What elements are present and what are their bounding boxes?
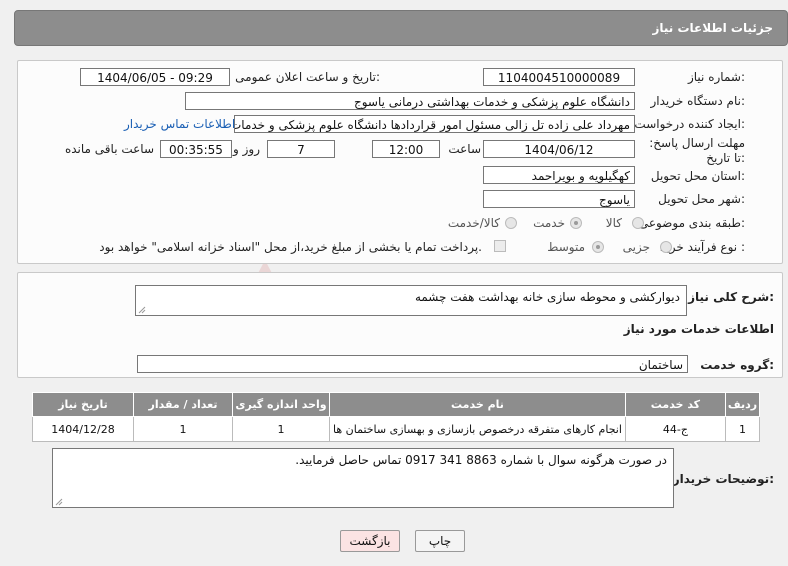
cell-need-date: 1404/12/28 [32,416,134,442]
page-title: جزئیات اطلاعات نیاز [652,21,773,35]
days-field[interactable]: 7 [267,140,335,158]
requester-label: ایجاد کننده درخواست: [634,117,745,131]
category-goods-service-label: کالا/خدمت [447,216,500,230]
back-button[interactable]: بازگشت [340,530,400,552]
cell-service-name: انجام کارهای متفرقه درخصوص بازسازی و بهس… [329,416,626,442]
province-label: استان محل تحویل: [650,169,745,183]
need-number-label: شماره نیاز: [687,70,745,84]
deadline-date-field[interactable]: 1404/06/12 [483,140,635,158]
table-row[interactable]: 1 ج-44 انجام کارهای متفرقه درخصوص بازساز… [32,416,761,442]
buyer-notes-textarea[interactable]: در صورت هرگونه سوال با شماره 8863 341 09… [52,448,674,508]
buyer-notes-text: در صورت هرگونه سوال با شماره 8863 341 09… [295,453,667,467]
resize-grip-icon[interactable] [138,306,146,314]
description-textarea[interactable]: دیوارکشی و محوطه سازی خانه بهداشت هفت چش… [135,285,687,316]
announce-date-field[interactable]: 1404/06/05 - 09:29 [80,68,230,86]
need-number-field[interactable]: 1104004510000089 [483,68,635,86]
col-quantity: تعداد / مقدار [133,392,233,417]
requester-field[interactable]: مهرداد علی زاده تل زالی مسئول امور قرارد… [234,115,635,133]
col-row: ردیف [724,392,761,417]
announce-date-label: تاریخ و ساعت اعلان عمومی: [235,70,380,84]
buyer-org-label: نام دستگاه خریدار: [650,94,746,108]
remaining-time-field[interactable]: 00:35:55 [160,140,232,158]
description-text: دیوارکشی و محوطه سازی خانه بهداشت هفت چش… [414,290,680,304]
treasury-checkbox[interactable] [494,240,506,252]
services-table: ردیف کد خدمت نام خدمت واحد اندازه گیری ت… [32,392,761,442]
services-table-wrap: ردیف کد خدمت نام خدمت واحد اندازه گیری ت… [32,392,761,442]
buyer-notes-label: توضیحات خریدار: [672,472,774,486]
purchase-minor-radio[interactable] [660,241,672,253]
service-group-field[interactable]: ساختمان [137,355,688,373]
category-goods-radio[interactable] [632,217,644,229]
col-service-name: نام خدمت [329,392,626,417]
purchase-type-label: نوع فرآیند خرید : [660,240,745,254]
cell-unit: 1 [232,416,330,442]
category-service-label: خدمت [533,216,565,230]
remaining-time-label: ساعت باقی مانده [64,142,154,156]
purchase-medium-label: متوسط [547,240,585,254]
category-goods-service-radio[interactable] [505,217,517,229]
cell-quantity: 1 [133,416,233,442]
buyer-contact-link[interactable]: اطلاعات تماس خریدار [124,117,235,131]
deadline-label: مهلت ارسال پاسخ: تا تاریخ: [649,136,745,165]
deadline-time-label: ساعت [448,142,481,156]
buyer-org-field[interactable]: دانشگاه علوم پزشکی و خدمات بهداشتی درمان… [185,92,635,110]
col-unit: واحد اندازه گیری [232,392,330,417]
cell-row: 1 [724,416,761,442]
treasury-note: پرداخت تمام یا بخشی از مبلغ خرید،از محل … [99,240,482,254]
category-goods-label: کالا [605,216,622,230]
deadline-time-field[interactable]: 12:00 [372,140,440,158]
description-label: شرح کلی نیاز: [688,290,774,304]
city-field[interactable]: یاسوج [483,190,635,208]
table-header-row: ردیف کد خدمت نام خدمت واحد اندازه گیری ت… [32,392,761,417]
col-need-date: تاریخ نیاز [32,392,134,417]
services-section-title: اطلاعات خدمات مورد نیاز [623,322,774,336]
category-label: طبقه بندی موضوعی: [638,216,745,230]
city-label: شهر محل تحویل: [658,192,745,206]
print-button[interactable]: چاپ [415,530,465,552]
page-header: جزئیات اطلاعات نیاز [14,10,788,46]
cell-service-code: ج-44 [624,416,726,442]
days-label: روز و [233,142,260,156]
service-group-label: گروه خدمت: [700,358,774,372]
col-service-code: کد خدمت [624,392,726,417]
resize-grip-icon[interactable] [55,498,63,506]
province-field[interactable]: کهگیلویه و بویراحمد [483,166,635,184]
category-service-radio[interactable] [570,217,582,229]
purchase-medium-radio[interactable] [592,241,604,253]
purchase-minor-label: جزیی [622,240,650,254]
